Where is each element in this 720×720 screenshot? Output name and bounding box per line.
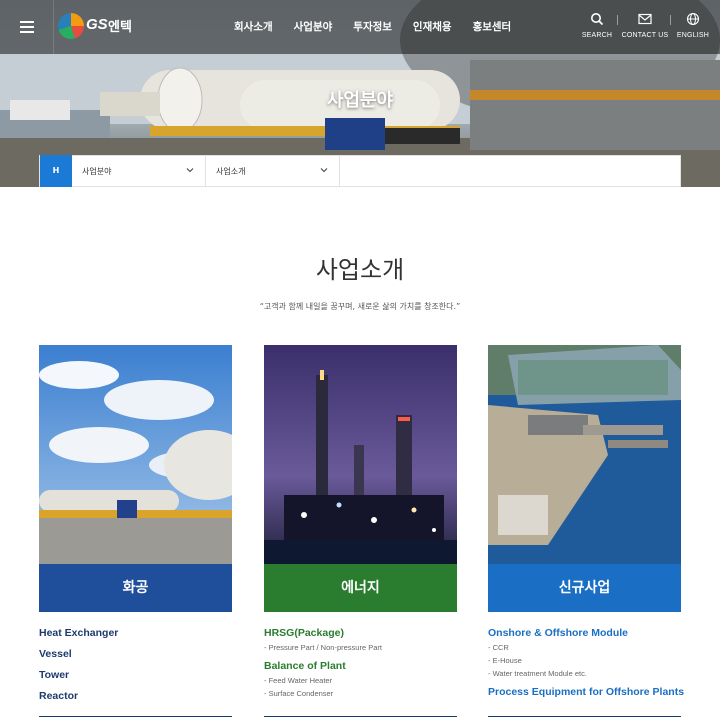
search-button[interactable]: SEARCH xyxy=(572,12,622,39)
card-title: 에너지 xyxy=(264,564,457,612)
energy-plant-image xyxy=(264,345,457,564)
chemical-plant-image xyxy=(39,345,232,564)
list-subitem: - Surface Condenser xyxy=(264,689,334,698)
chevron-down-icon xyxy=(320,168,328,173)
divider xyxy=(264,716,457,717)
nav-item-investor[interactable]: 투자정보 xyxy=(353,19,392,34)
list-item[interactable]: Balance of Plant xyxy=(264,660,457,673)
section-quote: “고객과 함께 내일을 꿈꾸며, 새로운 삶의 가치를 창조한다.” xyxy=(259,302,461,311)
chemical-items-list: Heat Exchanger Vessel Tower Reactor xyxy=(39,627,232,703)
logo-mark-icon xyxy=(58,13,84,39)
breadcrumb-select-level2[interactable]: 사업소개 xyxy=(206,156,340,186)
divider xyxy=(617,15,618,25)
english-button[interactable]: ENGLISH xyxy=(668,12,718,39)
list-item[interactable]: Onshore & Offshore Module xyxy=(488,627,681,640)
globe-icon xyxy=(686,12,700,26)
nav-item-pr[interactable]: 홍보센터 xyxy=(473,19,512,34)
top-navigation-bar: GS 엔텍 회사소개 사업분야 투자정보 인재채용 홍보센터 SEARCH CO… xyxy=(0,0,720,54)
list-subitem: - Pressure Part / Non-pressure Part xyxy=(264,643,382,652)
contact-us-label: CONTACT US xyxy=(621,32,669,39)
logo-subtext: 엔텍 xyxy=(108,20,132,35)
nav-item-company[interactable]: 회사소개 xyxy=(234,19,273,34)
hero-banner: GS 엔텍 회사소개 사업분야 투자정보 인재채용 홍보센터 SEARCH CO… xyxy=(0,0,720,187)
list-item[interactable]: Heat Exchanger xyxy=(39,627,232,640)
logo-text: GS xyxy=(86,16,108,33)
list-item[interactable]: Process Equipment for Offshore Plants xyxy=(488,686,684,699)
business-card-energy[interactable]: 에너지 xyxy=(264,345,457,612)
nav-item-careers[interactable]: 인재채용 xyxy=(413,19,452,34)
search-icon xyxy=(591,13,604,26)
nav-item-business[interactable]: 사업분야 xyxy=(294,19,333,34)
divider xyxy=(488,716,681,717)
hamburger-menu-button[interactable] xyxy=(0,0,54,54)
main-nav: 회사소개 사업분야 투자정보 인재채용 홍보센터 xyxy=(234,19,532,34)
hero-title: 사업분야 xyxy=(326,90,394,111)
card-image: 신규사업 xyxy=(488,345,681,612)
list-item[interactable]: Reactor xyxy=(39,690,232,703)
divider xyxy=(39,716,232,717)
list-subitem: - Water treatment Module etc. xyxy=(488,669,587,678)
business-card-new-business[interactable]: 신규사업 xyxy=(488,345,681,612)
breadcrumb-level2-label: 사업소개 xyxy=(216,167,246,176)
business-card-chemical[interactable]: 화공 xyxy=(39,345,232,612)
list-item[interactable]: Tower xyxy=(39,669,232,682)
chevron-down-icon xyxy=(186,168,194,173)
list-subitem: - E-House xyxy=(488,656,522,665)
search-label: SEARCH xyxy=(581,32,613,39)
section-title: 사업소개 xyxy=(315,256,405,284)
breadcrumb-level1-label: 사업분야 xyxy=(82,167,112,176)
list-subitem: - CCR xyxy=(488,643,509,652)
energy-items-list: HRSG(Package) - Pressure Part / Non-pres… xyxy=(264,627,457,700)
card-image: 에너지 xyxy=(264,345,457,612)
english-label: ENGLISH xyxy=(676,32,710,39)
shipyard-image xyxy=(488,345,681,564)
breadcrumb-select-level1[interactable]: 사업분야 xyxy=(72,156,206,186)
breadcrumb-home-button[interactable]: H xyxy=(40,155,72,187)
contact-us-button[interactable]: CONTACT US xyxy=(620,12,670,39)
card-title: 화공 xyxy=(39,564,232,612)
breadcrumb: H 사업분야 사업소개 xyxy=(39,155,681,187)
list-item[interactable]: Vessel xyxy=(39,648,232,661)
list-item[interactable]: HRSG(Package) xyxy=(264,627,457,640)
card-title: 신규사업 xyxy=(488,564,681,612)
list-subitem: - Feed Water Heater xyxy=(264,676,333,685)
company-logo[interactable]: GS 엔텍 xyxy=(58,13,138,41)
mail-icon xyxy=(638,13,652,25)
new-business-items-list: Onshore & Offshore Module - CCR - E-Hous… xyxy=(488,627,684,699)
card-image: 화공 xyxy=(39,345,232,612)
